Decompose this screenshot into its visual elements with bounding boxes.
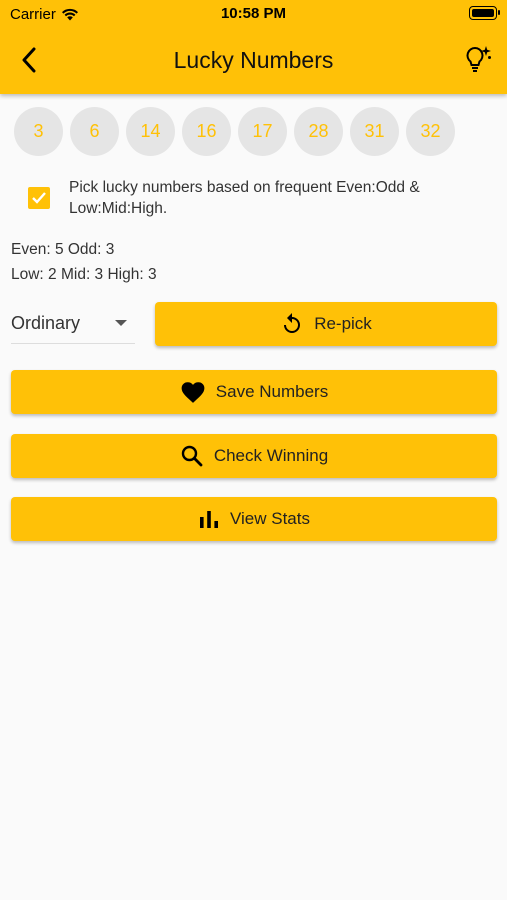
number-ball: 16 bbox=[182, 107, 231, 156]
hint-button[interactable] bbox=[463, 43, 495, 75]
heart-icon bbox=[181, 382, 205, 403]
even-odd-stat: Even: 5 Odd: 3 bbox=[11, 241, 115, 258]
search-icon bbox=[181, 445, 203, 467]
mode-select[interactable]: Ordinary bbox=[11, 304, 135, 344]
distribution-stats: Even: 5 Odd: 3 Low: 2 Mid: 3 High: 3 bbox=[11, 237, 157, 287]
mode-select-value: Ordinary bbox=[11, 313, 81, 333]
checkmark-icon bbox=[32, 192, 46, 204]
number-ball: 14 bbox=[126, 107, 175, 156]
page-title: Lucky Numbers bbox=[173, 47, 334, 73]
number-ball: 28 bbox=[294, 107, 343, 156]
lightbulb-icon bbox=[466, 46, 491, 72]
status-time: 10:58 PM bbox=[220, 5, 287, 22]
number-ball: 6 bbox=[70, 107, 119, 156]
number-ball: 3 bbox=[14, 107, 63, 156]
check-winning-button-label: Check Winning bbox=[213, 446, 329, 465]
save-numbers-button[interactable]: Save Numbers bbox=[11, 370, 497, 414]
dropdown-caret-icon bbox=[115, 320, 127, 326]
bar-chart-icon bbox=[199, 511, 218, 528]
number-ball: 17 bbox=[238, 107, 287, 156]
refresh-icon bbox=[284, 313, 301, 333]
app-bar: Carrier 10:58 PM Lucky Numbers bbox=[0, 0, 507, 94]
save-numbers-button-label: Save Numbers bbox=[215, 382, 329, 401]
number-ball: 31 bbox=[350, 107, 399, 156]
frequency-option: Pick lucky numbers based on frequent Eve… bbox=[28, 177, 420, 217]
repick-button[interactable]: Re-pick bbox=[155, 302, 497, 346]
frequency-checkbox[interactable] bbox=[28, 187, 50, 209]
frequency-option-label: Pick lucky numbers based on frequent Eve… bbox=[69, 179, 420, 217]
view-stats-button[interactable]: View Stats bbox=[11, 497, 497, 541]
view-stats-button-label: View Stats bbox=[229, 509, 310, 528]
repick-button-label: Re-pick bbox=[314, 314, 372, 333]
status-bar: Carrier 10:58 PM bbox=[0, 0, 507, 28]
lucky-numbers-row: 3 6 14 16 17 28 31 32 bbox=[14, 107, 455, 156]
check-winning-button[interactable]: Check Winning bbox=[11, 434, 497, 478]
low-mid-high-stat: Low: 2 Mid: 3 High: 3 bbox=[11, 266, 157, 283]
battery-icon bbox=[469, 6, 500, 20]
number-ball: 32 bbox=[406, 107, 455, 156]
